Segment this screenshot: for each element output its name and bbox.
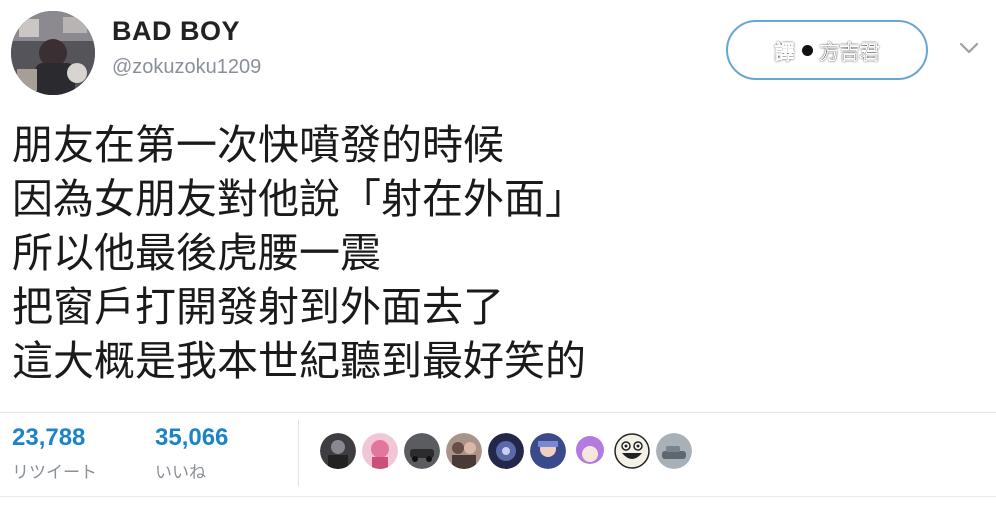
liker-avatar[interactable]: [488, 433, 524, 469]
tweet-line: 因為女朋友對他說「射在外面」: [12, 175, 586, 223]
tweet-line: 這大概是我本世紀聽到最好笑的: [12, 337, 586, 385]
liker-avatar[interactable]: [530, 433, 566, 469]
avatar-anime-blue-icon: [530, 433, 566, 469]
stats-divider-bottom: [0, 496, 996, 497]
badge-dot-icon: [801, 44, 813, 56]
liker-avatar[interactable]: [614, 433, 650, 469]
stats-separator: [298, 420, 299, 486]
avatar-car-photo-icon: [404, 433, 440, 469]
liker-avatar[interactable]: [656, 433, 692, 469]
tweet-line: 朋友在第一次快噴發的時候: [12, 121, 504, 169]
liker-avatar[interactable]: [320, 433, 356, 469]
liker-avatar[interactable]: [572, 433, 608, 469]
display-name[interactable]: BAD BOY: [112, 16, 240, 47]
avatar-gray-car-icon: [656, 433, 692, 469]
liker-avatars: [320, 433, 692, 469]
retweet-count: 23,788: [12, 424, 86, 451]
tweet-text: 朋友在第一次快噴發的時候因為女朋友對他說「射在外面」 所以他最後虎腰一震把窗戶打開…: [12, 118, 586, 388]
avatar-dark-photo-icon: [320, 433, 356, 469]
like-count: 35,066: [155, 424, 229, 451]
liker-avatar[interactable]: [446, 433, 482, 469]
avatar[interactable]: [11, 11, 95, 95]
retweet-label: リツイート: [12, 463, 97, 482]
tweet-line: 所以他最後虎腰一震: [12, 229, 381, 277]
translator-badge-right: 方吉君: [819, 39, 880, 64]
profile-photo-icon: [11, 11, 95, 95]
liker-avatar[interactable]: [404, 433, 440, 469]
liker-avatar[interactable]: [362, 433, 398, 469]
avatar-pink-anime-icon: [362, 433, 398, 469]
user-handle[interactable]: @zokuzoku1209: [112, 56, 261, 79]
tweet-line: 把窗戶打開發射到外面去了: [12, 283, 504, 331]
avatar-laughing-face-icon: [614, 433, 650, 469]
like-label: いいね: [155, 463, 206, 482]
like-stat[interactable]: 35,066 いいね: [155, 424, 228, 483]
avatar-night-photo-icon: [488, 433, 524, 469]
retweet-stat[interactable]: 23,788 リツイート: [12, 424, 97, 483]
translator-badge-left: 譯: [774, 39, 795, 64]
avatar-group-photo-icon: [446, 433, 482, 469]
chevron-down-icon[interactable]: [958, 40, 980, 56]
avatar-purple-hair-icon: [572, 433, 608, 469]
stats-divider-top: [0, 412, 996, 413]
follow-button[interactable]: 譯 方吉君: [726, 20, 928, 80]
